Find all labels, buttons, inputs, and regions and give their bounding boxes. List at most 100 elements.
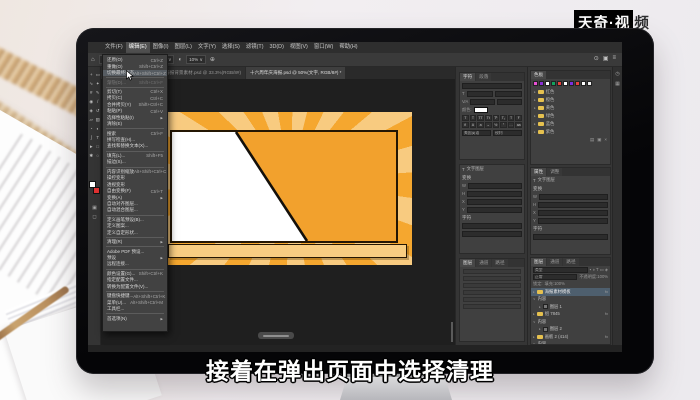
swatch-chip[interactable] [587, 81, 592, 86]
kerning-field[interactable] [470, 99, 495, 105]
layer-expand-icon[interactable]: ▸ [533, 312, 535, 316]
expand-arrow-icon[interactable]: ▸ [534, 114, 536, 118]
swatch-chip[interactable] [569, 81, 574, 86]
leading-field[interactable] [495, 91, 522, 97]
swatch-group-row[interactable]: ▸绿色 [531, 112, 610, 120]
swatch-chip[interactable] [551, 81, 556, 86]
layer-row[interactable]: ▸海报素材模板fx [531, 288, 610, 296]
char-style-button[interactable]: T [508, 115, 515, 121]
char-feature-button[interactable]: … [508, 122, 515, 128]
expand-arrow-icon[interactable]: ▸ [534, 106, 536, 110]
transform-field[interactable] [467, 199, 522, 205]
expand-arrow-icon[interactable]: ▸ [534, 122, 536, 126]
background-color-swatch[interactable] [93, 187, 100, 194]
swatch-group-row[interactable]: ▸蓝色 [531, 120, 610, 128]
swatch-chip[interactable] [563, 81, 568, 86]
menubar-item[interactable]: 3D(D) [267, 42, 287, 53]
layer-row[interactable]: ▸图层 1 [531, 303, 610, 311]
char-feature-button[interactable]: ₐ [485, 122, 492, 128]
text-color-swatch[interactable] [474, 107, 488, 113]
edit-menu-item[interactable]: 定义自定形状... [103, 230, 167, 236]
tab-character[interactable]: 字符 [460, 73, 475, 81]
canvas-scrollbar[interactable] [451, 322, 453, 342]
layer-expand-icon[interactable]: ▸ [533, 335, 535, 339]
menubar-item[interactable]: 帮助(H) [336, 42, 360, 53]
expand-arrow-icon[interactable]: ▸ [534, 98, 536, 102]
layer-fx-icon[interactable]: fx [605, 312, 608, 316]
layer-expand-icon[interactable]: ∨ [533, 320, 536, 324]
swatch-chip[interactable] [581, 81, 586, 86]
menubar-item[interactable]: 滤镜(T) [243, 42, 267, 53]
char-feature-button[interactable]: A [470, 122, 477, 128]
char-style-button[interactable]: T₁ [500, 115, 507, 121]
tab-图层[interactable]: 图层 [531, 258, 546, 266]
char-style-button[interactable]: T [470, 115, 477, 121]
tab-通道[interactable]: 通道 [547, 258, 562, 266]
tab-swatches[interactable]: 色板 [531, 71, 546, 79]
char-feature-button[interactable]: a [477, 122, 484, 128]
props-size-field[interactable] [462, 231, 522, 237]
layer-expand-icon[interactable]: ∨ [533, 297, 536, 301]
edit-menu-item[interactable]: 清除(E) [103, 121, 167, 127]
menubar-item[interactable]: 文字(Y) [195, 42, 219, 53]
tab-paragraph[interactable]: 段落 [476, 73, 491, 81]
expand-arrow-icon[interactable]: ▸ [534, 90, 536, 94]
swatch-chip[interactable] [575, 81, 580, 86]
layer-row[interactable]: ▸组 7845fx [531, 311, 610, 319]
swatch-group-row[interactable]: ▸紫色 [531, 128, 610, 136]
fill-value[interactable]: 100% [554, 281, 565, 286]
tab-通道[interactable]: 通道 [476, 259, 491, 267]
char-feature-button[interactable]: fi [462, 122, 469, 128]
transform-field[interactable] [538, 218, 608, 224]
blend-mode-select[interactable]: 正常 [533, 274, 577, 280]
transform-field[interactable] [538, 210, 608, 216]
menubar-item[interactable]: 图像(I) [150, 42, 172, 53]
layer-row[interactable]: ∨内容 [531, 318, 610, 326]
menubar-item[interactable]: 视图(V) [287, 42, 311, 53]
screen-mode-icon[interactable]: ◻ [92, 214, 96, 220]
tab-路径[interactable]: 路径 [492, 259, 507, 267]
edit-menu-item[interactable]: 自动混合图层... [103, 207, 167, 213]
menubar-item[interactable]: 选择(S) [219, 42, 243, 53]
swatch-group-row[interactable]: ▸红色 [531, 88, 610, 96]
language-select[interactable]: 美国英语 [462, 130, 491, 136]
char-style-button[interactable]: TT [477, 115, 484, 121]
edit-menu-item[interactable]: 键盘快捷键...Alt+Shift+Ctrl+K [103, 293, 167, 299]
airbrush-icon[interactable]: ◐ [178, 53, 182, 67]
char-style-button[interactable]: T [462, 115, 469, 121]
layer-fx-icon[interactable]: fx [605, 335, 608, 339]
layer-expand-icon[interactable]: ▸ [533, 290, 535, 294]
tab-路径[interactable]: 路径 [563, 258, 578, 266]
panel-menu-icon[interactable]: ≡ [612, 55, 616, 62]
swatch-group-row[interactable]: ▸橙色 [531, 96, 610, 104]
transform-field[interactable] [467, 207, 522, 213]
transform-field[interactable] [538, 202, 608, 208]
styles-panel-icon[interactable]: ▦ [615, 81, 620, 87]
marquee-tool[interactable]: ▭ [95, 70, 102, 79]
document-tab[interactable]: 十六周年庆海报.psd @ 50%(文字, RGB/8#) * [246, 67, 345, 79]
edit-menu-item[interactable]: 描边(S)... [103, 159, 167, 165]
search-icon[interactable]: ⊙ [594, 55, 599, 62]
swatch-chip[interactable] [545, 81, 550, 86]
font-family-field[interactable] [462, 83, 522, 89]
workspace-icon[interactable]: ▣ [603, 55, 609, 62]
tablet-pressure-size-icon[interactable]: ⊕ [210, 53, 215, 67]
transform-field[interactable] [468, 183, 522, 189]
swatch-chip[interactable] [533, 81, 538, 86]
menubar-item[interactable]: 文件(F) [102, 42, 126, 53]
edit-menu-item[interactable]: 切换最终状态Alt+Shift+Ctrl+Z [103, 70, 167, 76]
edit-menu-item[interactable]: 清理(R)▶ [103, 239, 167, 245]
layer-row[interactable]: ▸图层 2 [531, 326, 610, 334]
transform-field[interactable] [539, 194, 608, 200]
layer-row[interactable]: ▸画板 2 (414)fx [531, 333, 610, 341]
char-feature-button[interactable]: aa [515, 122, 522, 128]
antialias-select[interactable]: 锐利 [493, 130, 522, 136]
layer-expand-icon[interactable]: ▸ [539, 305, 541, 309]
edit-menu-item[interactable]: 转换为配置文件(V)... [103, 284, 167, 290]
layer-row[interactable]: ∨内容 [531, 296, 610, 304]
swatch-group-row[interactable]: ▸黄色 [531, 104, 610, 112]
char-feature-button[interactable]: ° [500, 122, 507, 128]
edit-menu-item[interactable]: 远程连接... [103, 261, 167, 267]
new-group-icon[interactable]: ▤ [590, 137, 594, 143]
tab-图层[interactable]: 图层 [460, 259, 475, 267]
